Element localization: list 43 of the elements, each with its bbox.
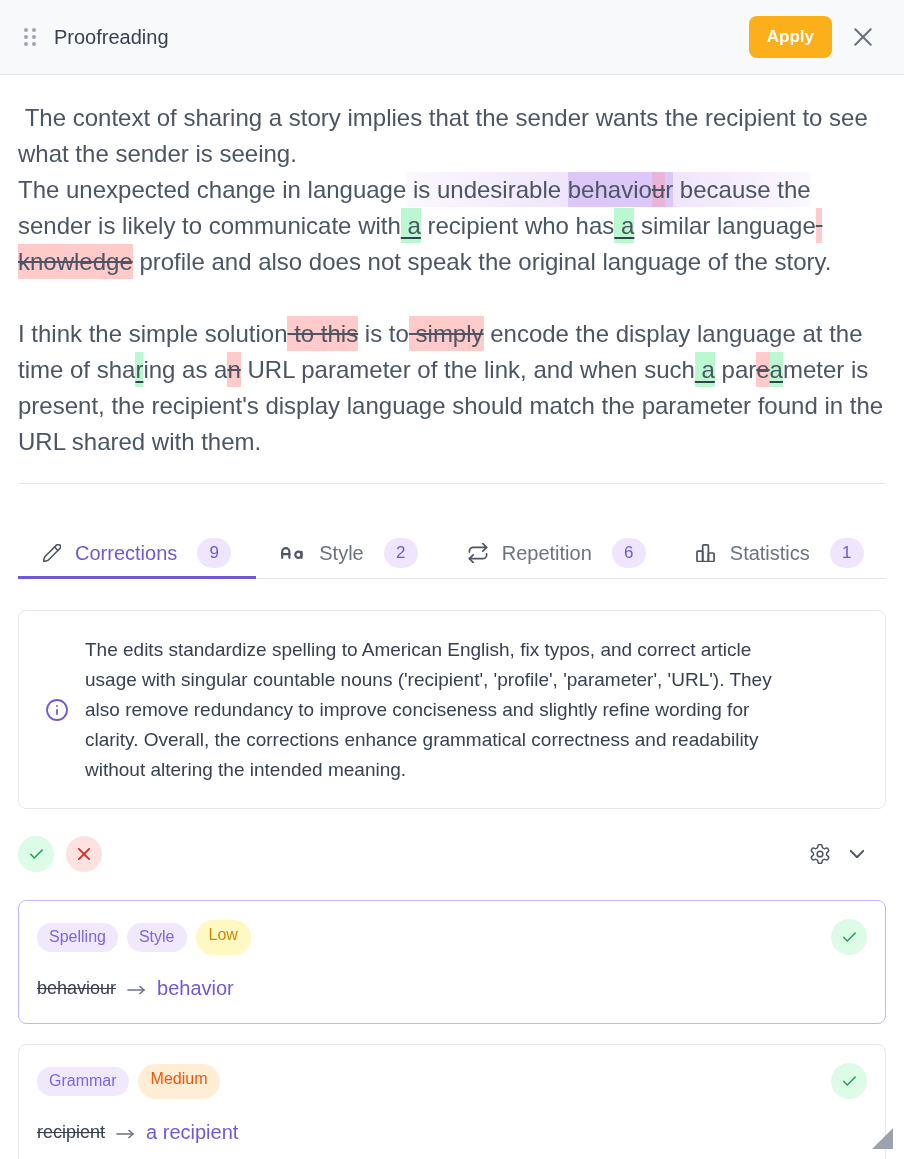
accept-all-button[interactable] [18,836,54,872]
severity-tag: Medium [137,1063,221,1099]
settings-icon[interactable] [810,844,830,864]
document-paragraph: The context of sharing a story implies that the sender wants the recipient to see what the sender is seeing. The unexpected change in language is undesirable behaviour because the sender is likely to communicate with a recipient who has a similar language knowledge profile and also does not speak the original language of the story. [18,100,886,280]
count-badge: 9 [197,537,232,568]
arrow-right-icon [116,1129,135,1139]
close-icon[interactable] [854,28,872,46]
tab[interactable]: Repetition 6 [442,529,671,579]
summary-text: The edits standardize spelling to American English, fix typos, and correct article usage with singular countable nouns ('recipient', 'profile', 'parameter', 'URL'). They also remove redundancy to improve conciseness and slightly refine wording for clarity. Overall, the corrections enhance grammatical correctness and readability without altering the intended meaning. [85,637,773,782]
text-case-icon [281,545,306,560]
correction-card[interactable]: Spelling Style Low behaviour behavior [18,900,886,1024]
pencil-icon [43,543,61,562]
original-word: recipient [37,1120,106,1144]
tab[interactable]: Statistics 1 [670,529,889,579]
suggested-word: behavior [157,976,234,1001]
repeat-icon [467,542,488,563]
check-icon [842,1076,856,1086]
panel-title: Proofreading [54,25,169,50]
accept-button[interactable] [831,1063,867,1099]
correction-card[interactable]: Grammar Medium recipient a recipient [18,1044,886,1159]
severity-tag: Low [195,919,251,955]
info-icon [46,698,68,721]
arrow-right-icon [127,985,146,995]
suggested-word: a recipient [146,1120,239,1145]
tab[interactable]: Corrections 9 [18,529,257,579]
drag-handle-icon[interactable] [24,28,36,46]
check-icon [842,932,856,942]
original-word: behaviour [37,976,117,1000]
category-tag: Spelling [37,922,118,952]
bar-chart-icon [695,543,716,562]
category-tag: Grammar [37,1066,129,1096]
tab[interactable]: Style 2 [256,529,443,579]
chevron-down-icon[interactable] [850,850,864,858]
count-badge: 6 [611,537,646,568]
accept-button[interactable] [831,919,867,955]
count-badge: 2 [383,537,418,568]
document-paragraph: I think the simple solution to this is to simply encode the display language at the time of sharing as an URL parameter of the link, and when such a pareameter is present, the recipient's display language should match the parameter found in the URL shared with them. [18,316,886,460]
reject-all-button[interactable] [66,836,102,872]
category-tag: Style [126,922,187,952]
close-icon [78,848,90,860]
resize-handle-icon[interactable] [872,1128,893,1149]
count-badge: 1 [829,537,864,568]
check-icon [29,849,43,859]
